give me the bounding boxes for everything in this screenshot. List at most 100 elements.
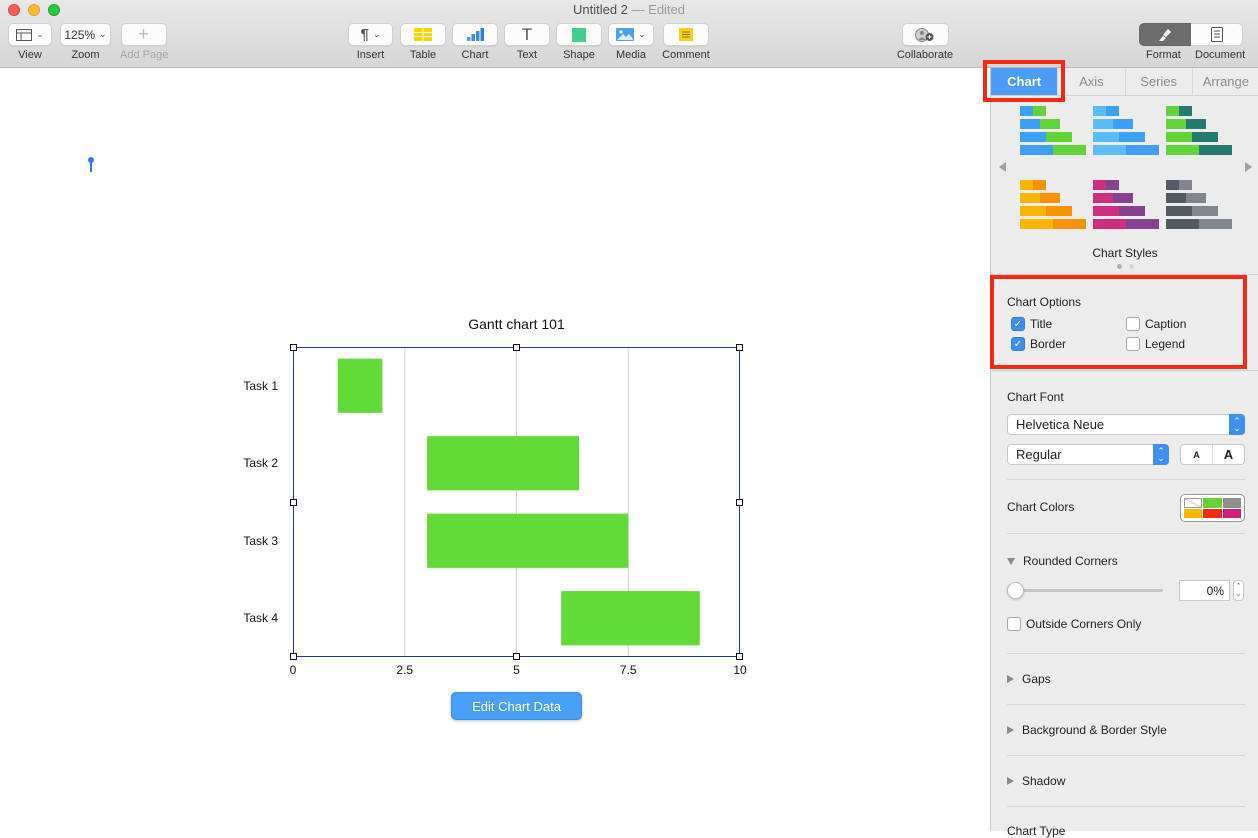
font-size-buttons: A A <box>1180 444 1245 465</box>
style-preview-bar <box>1166 106 1192 116</box>
next-styles-arrow-icon[interactable] <box>1245 162 1252 172</box>
resize-handle-bottom-left[interactable] <box>290 653 297 660</box>
color-swatch <box>1203 508 1222 518</box>
previous-styles-arrow-icon[interactable] <box>999 162 1006 172</box>
collaborate-button[interactable]: Collaborate <box>895 23 955 61</box>
rounded-corners-title: Rounded Corners <box>1023 554 1118 568</box>
window-toolbar: Untitled 2 — Edited ⌄ View 125% ⌄ Zoom + … <box>0 0 1258 68</box>
chart-title[interactable]: Gantt chart 101 <box>293 316 740 332</box>
title-checkbox[interactable]: ✓ Title <box>1011 317 1052 331</box>
rounded-corners-slider-track[interactable] <box>1015 589 1163 592</box>
resize-handle-top-left[interactable] <box>290 344 297 351</box>
border-checkbox[interactable]: ✓ Border <box>1011 337 1066 351</box>
increase-font-size-button[interactable]: A <box>1213 445 1244 464</box>
inspector-toggle <box>1139 23 1243 46</box>
style-preview-bar <box>1093 106 1119 116</box>
style-preview-bar <box>1020 106 1046 116</box>
font-style-select[interactable]: Regular ⌃ ⌄ <box>1007 444 1169 465</box>
style-preview-bar <box>1020 206 1072 216</box>
tab-chart[interactable]: Chart <box>991 68 1059 95</box>
caption-checkbox[interactable]: Caption <box>1126 317 1186 331</box>
tab-axis[interactable]: Axis <box>1058 68 1126 95</box>
background-border-style-disclosure[interactable]: Background & Border Style <box>1007 723 1167 737</box>
document-icon <box>1210 27 1223 42</box>
caption-option-label: Caption <box>1145 317 1187 331</box>
text-label: Text <box>516 49 538 61</box>
title-option-label: Title <box>1030 317 1053 331</box>
rounded-corners-slider-knob[interactable] <box>1007 582 1024 599</box>
x-axis-tick-label: 0 <box>289 663 297 677</box>
shape-icon <box>572 27 586 42</box>
style-preview-bar <box>1093 145 1159 155</box>
resize-handle-top[interactable] <box>513 344 520 351</box>
add-page-button[interactable]: + Add Page <box>120 23 169 61</box>
insert-button[interactable]: ¶ ⌄ Insert <box>348 23 393 61</box>
zoom-dropdown[interactable]: 125% ⌄ Zoom <box>60 23 111 61</box>
style-preview-bar <box>1020 145 1086 155</box>
view-label: View <box>18 49 42 61</box>
style-preview-bar <box>1093 193 1133 203</box>
resize-handle-left[interactable] <box>290 499 297 506</box>
table-label: Table <box>409 49 437 61</box>
chart-style-swatch-5[interactable] <box>1093 180 1163 236</box>
style-preview-bar <box>1166 145 1232 155</box>
paragraph-icon: ¶ <box>360 26 369 43</box>
color-swatch <box>1184 508 1203 518</box>
rounded-corners-value-field[interactable]: 0% <box>1179 580 1230 601</box>
document-label: Document <box>1195 49 1246 61</box>
legend-checkbox[interactable]: Legend <box>1126 337 1185 351</box>
decrease-font-size-button[interactable]: A <box>1181 445 1213 464</box>
chart-style-swatch-3[interactable] <box>1166 106 1236 162</box>
chart-style-swatch-4[interactable] <box>1020 180 1090 236</box>
disclosure-triangle-open-icon <box>1007 557 1015 565</box>
table-button[interactable]: Table <box>400 23 446 61</box>
chart-colors-picker[interactable] <box>1180 494 1245 522</box>
resize-handle-top-right[interactable] <box>736 344 743 351</box>
chart-style-swatch-1[interactable] <box>1020 106 1090 162</box>
document-button[interactable] <box>1191 23 1243 46</box>
edit-chart-data-button[interactable]: Edit Chart Data <box>451 692 582 720</box>
comment-button[interactable]: Comment <box>660 23 712 61</box>
resize-handle-bottom-right[interactable] <box>736 653 743 660</box>
shape-button[interactable]: Shape <box>556 23 602 61</box>
chart-options-title: Chart Options <box>1007 295 1082 309</box>
collaborate-label: Collaborate <box>896 49 954 61</box>
plus-icon: + <box>120 23 167 46</box>
resize-handle-bottom[interactable] <box>513 653 520 660</box>
gaps-disclosure[interactable]: Gaps <box>1007 672 1051 686</box>
x-axis-tick-label: 10 <box>733 663 747 677</box>
tab-series[interactable]: Series <box>1126 68 1193 95</box>
chevron-down-icon: ⌄ <box>99 29 107 39</box>
outside-corners-only-checkbox[interactable]: Outside Corners Only <box>1007 617 1141 631</box>
resize-handle-right[interactable] <box>736 499 743 506</box>
updown-chevron-icon: ⌃ ⌄ <box>1229 414 1245 435</box>
format-button[interactable] <box>1139 23 1191 46</box>
checkmark-icon: ✓ <box>1011 337 1025 351</box>
comment-note-icon <box>679 28 693 41</box>
style-preview-bar <box>1020 119 1060 129</box>
tab-arrange[interactable]: Arrange <box>1193 68 1258 95</box>
media-button[interactable]: ⌄ Media <box>608 23 654 61</box>
style-preview-bar <box>1093 180 1119 190</box>
shadow-disclosure[interactable]: Shadow <box>1007 774 1065 788</box>
edited-status: — Edited <box>631 2 686 17</box>
rounded-corners-stepper[interactable]: ⌃ ⌄ <box>1233 580 1244 601</box>
styles-page-indicator[interactable] <box>1117 264 1134 269</box>
style-preview-bar <box>1020 193 1060 203</box>
legend-option-label: Legend <box>1145 337 1186 351</box>
rounded-corners-disclosure[interactable]: Rounded Corners <box>1007 554 1118 568</box>
chart-style-swatch-2[interactable] <box>1093 106 1163 162</box>
chart-style-swatch-6[interactable] <box>1166 180 1236 236</box>
style-preview-bar <box>1093 132 1145 142</box>
updown-chevron-icon: ⌃ ⌄ <box>1153 444 1169 465</box>
table-icon <box>414 28 432 41</box>
font-style-value: Regular <box>1016 447 1062 462</box>
font-family-select[interactable]: Helvetica Neue ⌃ ⌄ <box>1007 414 1245 435</box>
style-preview-bar <box>1166 119 1206 129</box>
chart-button[interactable]: Chart <box>452 23 498 61</box>
text-button[interactable]: T Text <box>504 23 550 61</box>
outside-corners-only-label: Outside Corners Only <box>1026 617 1142 631</box>
shape-label: Shape <box>563 49 595 61</box>
add-page-label: Add Page <box>120 49 169 61</box>
view-button[interactable]: ⌄ View <box>8 23 52 61</box>
